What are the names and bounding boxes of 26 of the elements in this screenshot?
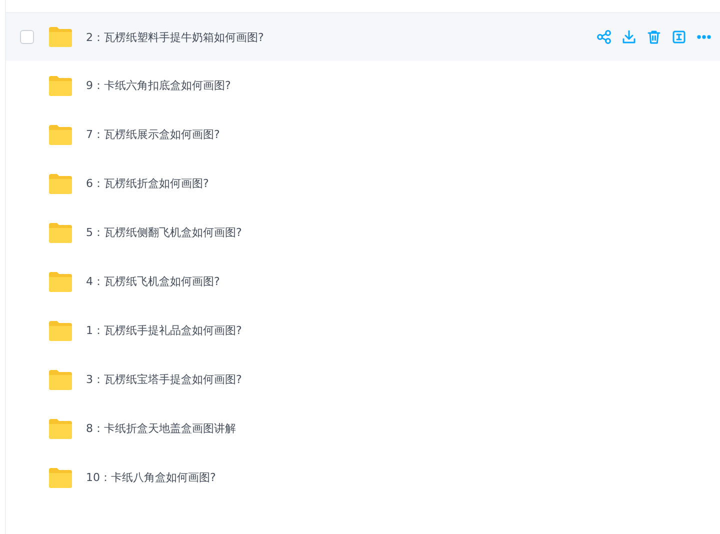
folder-name[interactable]: 1：瓦楞纸手提礼品盒如何画图?: [86, 323, 242, 338]
folder-name[interactable]: 8：卡纸折盒天地盖盒画图讲解: [86, 421, 236, 436]
folder-name[interactable]: 9：卡纸六角扣底盒如何画图?: [86, 78, 231, 93]
folder-name[interactable]: 6：瓦楞纸折盒如何画图?: [86, 176, 209, 191]
folder-icon: [48, 466, 73, 488]
folder-icon: [48, 222, 73, 244]
folder-name[interactable]: 10：卡纸八角盒如何画图?: [86, 470, 216, 485]
share-icon[interactable]: [596, 29, 612, 45]
checkbox[interactable]: [20, 30, 34, 44]
folder-icon: [48, 124, 73, 146]
download-icon[interactable]: [621, 29, 637, 45]
folder-icon: [48, 270, 73, 292]
folder-icon: [48, 74, 73, 96]
folder-icon: [48, 172, 73, 194]
rename-icon[interactable]: [671, 29, 687, 45]
folder-icon: [48, 418, 73, 440]
folder-icon: [48, 26, 73, 48]
folder-icon: [48, 320, 73, 342]
folder-icon: [48, 368, 73, 390]
row-highlight[interactable]: 2：瓦楞纸塑料手提牛奶箱如何画图?: [6, 12, 720, 61]
folder-name[interactable]: 4：瓦楞纸飞机盒如何画图?: [86, 274, 220, 289]
delete-icon[interactable]: [646, 29, 662, 45]
folder-name[interactable]: 3：瓦楞纸宝塔手提盒如何画图?: [86, 372, 242, 387]
folder-name[interactable]: 7：瓦楞纸展示盒如何画图?: [86, 127, 220, 142]
folder-name[interactable]: 2：瓦楞纸塑料手提牛奶箱如何画图?: [86, 30, 264, 44]
folder-name[interactable]: 5：瓦楞纸侧翻飞机盒如何画图?: [86, 225, 242, 240]
